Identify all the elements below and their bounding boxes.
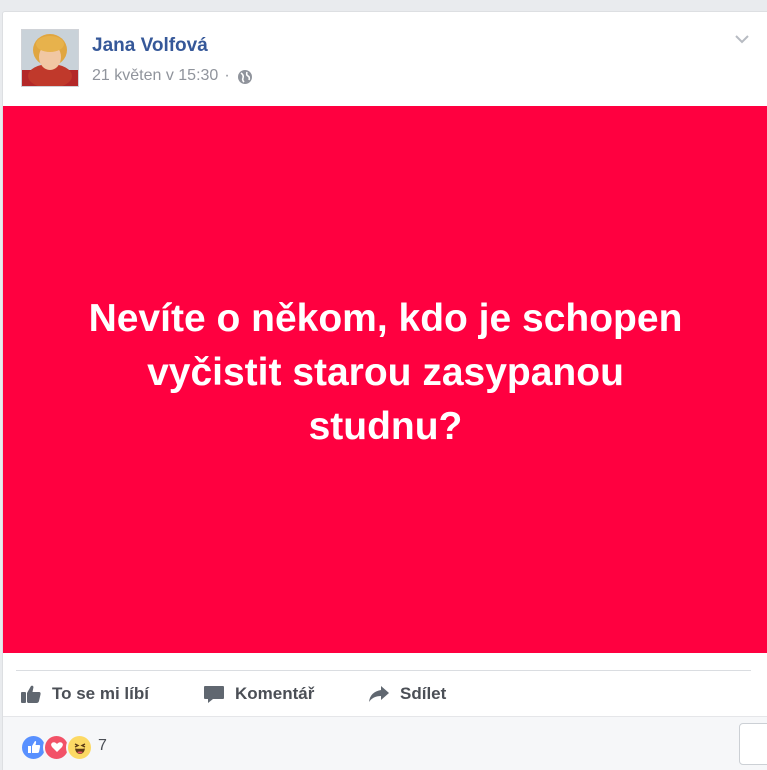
- reactions-bar: 7: [3, 716, 767, 770]
- share-button[interactable]: Sdílet: [368, 672, 446, 716]
- reaction-count[interactable]: 7: [98, 737, 107, 755]
- post-image[interactable]: Nevíte o někom, kdo je schopen vyčistit …: [3, 106, 767, 653]
- thumbs-up-icon: [20, 684, 42, 704]
- author-avatar[interactable]: [21, 29, 79, 87]
- share-arrow-icon: [368, 684, 390, 704]
- meta-separator: ·: [224, 66, 230, 84]
- chevron-down-icon[interactable]: [733, 32, 751, 46]
- corner-widget[interactable]: [739, 723, 767, 765]
- comment-label: Komentář: [235, 684, 315, 703]
- post-card: Jana Volfová 21 květen v 15:30 · Nevíte …: [2, 11, 767, 770]
- haha-reaction-icon: [66, 733, 93, 761]
- reaction-icons[interactable]: [20, 733, 93, 761]
- post-actions: To se mi líbí Komentář Sdílet: [3, 672, 767, 716]
- share-label: Sdílet: [400, 684, 447, 703]
- post-meta: 21 květen v 15:30 ·: [92, 65, 254, 86]
- author-name[interactable]: Jana Volfová: [92, 35, 208, 57]
- post-image-text: Nevíte o někom, kdo je schopen vyčistit …: [88, 297, 683, 448]
- globe-icon[interactable]: [236, 68, 254, 86]
- comment-button[interactable]: Komentář: [203, 672, 314, 716]
- post-header: Jana Volfová 21 květen v 15:30 ·: [3, 12, 767, 106]
- actions-divider: [16, 670, 751, 671]
- comment-icon: [203, 684, 225, 704]
- post-timestamp[interactable]: 21 květen v 15:30: [92, 67, 218, 85]
- like-button[interactable]: To se mi líbí: [20, 672, 149, 716]
- like-label: To se mi líbí: [52, 684, 149, 703]
